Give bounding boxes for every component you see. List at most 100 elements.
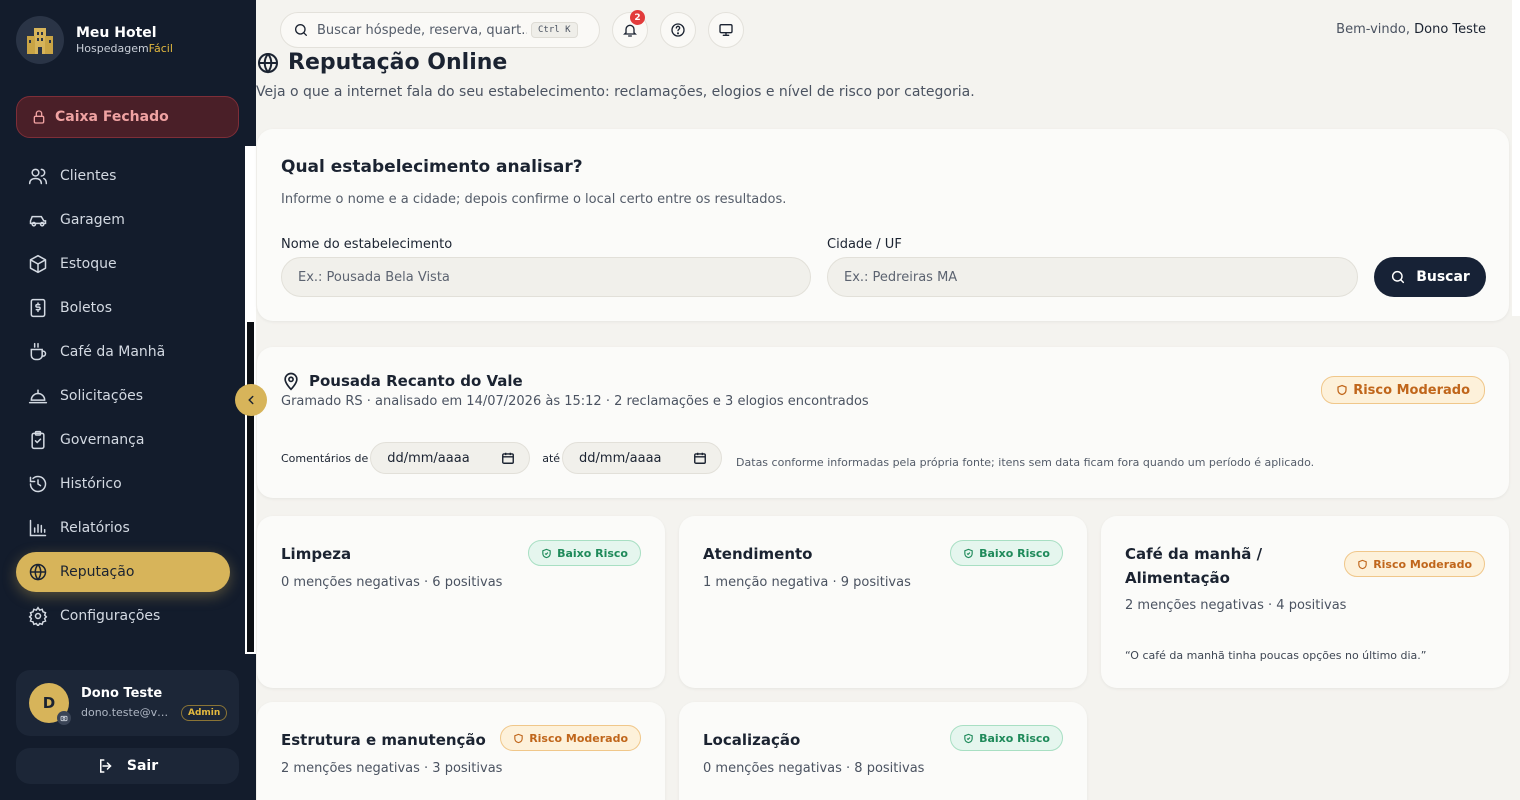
establishment-search-card: Qual estabelecimento analisar? Informe o… [257,129,1509,321]
sidebar-nav: Clientes Garagem Estoque Boletos Café da… [16,156,230,640]
welcome-message: Bem-vindo, Dono Teste [1336,22,1486,37]
shortcut-hint: Ctrl K [531,22,578,38]
city-field-label: Cidade / UF [827,237,902,252]
help-button[interactable] [660,12,696,48]
category-counts: 1 menção negativa · 9 positivas [703,575,911,590]
camera-icon[interactable] [57,711,71,725]
search-icon [1392,270,1405,284]
category-name: Café da manhã / Alimentação [1125,545,1263,587]
user-card[interactable]: D Dono Teste dono.teste@va... Admin [16,670,239,736]
comments-from-label: Comentários de [281,451,369,465]
until-label: até [542,451,561,465]
sidebar-item-configuracoes[interactable]: Configurações [16,596,230,636]
brand-subtitle: HospedagemFácil [76,42,173,55]
sidebar-item-label: Histórico [60,476,122,492]
sidebar-collapse-button[interactable] [235,384,267,416]
sidebar-item-label: Clientes [60,168,117,184]
sidebar-item-historico[interactable]: Histórico [16,464,230,504]
search-icon [295,24,307,36]
search-button[interactable]: Buscar [1374,257,1486,297]
map-pin-icon [284,372,298,391]
city-input[interactable] [827,257,1358,297]
sidebar-item-garagem[interactable]: Garagem [16,200,230,240]
cash-status-label: Caixa Fechado [55,109,169,125]
sidebar-item-label: Garagem [60,212,125,228]
date-filter: Comentários de dd/mm/aaaa até dd/mm/aaaa… [281,442,1314,474]
category-card-localizacao: Localização 0 menções negativas · 8 posi… [679,702,1087,800]
shield-check-icon [542,548,551,558]
place-name: Pousada Recanto do Vale [281,371,523,391]
calendar-icon[interactable] [501,451,515,465]
sidebar-item-clientes[interactable]: Clientes [16,156,230,196]
brand-name: Meu Hotel [76,25,157,41]
category-counts: 2 menções negativas · 4 positivas [1125,598,1347,613]
search-input[interactable] [317,22,527,38]
risk-badge: Baixo Risco [950,725,1063,751]
sidebar-item-solicitacoes[interactable]: Solicitações [16,376,230,416]
shield-icon [1337,384,1347,396]
display-button[interactable] [708,12,744,48]
sidebar-scrollbar-thumb[interactable] [247,322,254,652]
category-card-limpeza: Limpeza 0 menções negativas · 6 positiva… [257,516,665,688]
sidebar-item-reputacao[interactable]: Reputação [16,552,230,592]
page-title: Reputação Online [256,50,507,75]
coffee-icon [30,342,47,361]
shield-check-icon [964,733,973,743]
date-to-input[interactable]: dd/mm/aaaa [562,442,723,474]
risk-badge: Baixo Risco [950,540,1063,566]
category-counts: 2 menções negativas · 3 positivas [281,761,503,776]
shield-check-icon [964,548,973,558]
page-subtitle: Veja o que a internet fala do seu estabe… [256,84,975,100]
globe-icon [258,52,278,74]
monitor-icon [719,23,733,36]
name-field-label: Nome do estabelecimento [281,237,453,252]
bell-service-icon [28,389,48,404]
globe-icon [29,563,47,581]
notifications-button[interactable]: 2 [612,10,648,48]
welcome-user: Dono Teste [1414,22,1486,37]
risk-badge: Risco Moderado [500,725,641,751]
sidebar-item-label: Governança [60,432,145,448]
sidebar-item-relatorios[interactable]: Relatórios [16,508,230,548]
invoice-icon [30,298,46,318]
category-name: Limpeza [281,545,352,563]
sidebar-item-label: Reputação [60,564,135,580]
users-icon [28,168,48,185]
user-name: Dono Teste [81,685,163,701]
sidebar-item-estoque[interactable]: Estoque [16,244,230,284]
sidebar-item-cafe-da-manha[interactable]: Café da Manhã [16,332,230,372]
date-from-input[interactable]: dd/mm/aaaa [370,442,531,474]
overall-risk-badge: Risco Moderado [1321,376,1485,404]
search-card-hint: Informe o nome e a cidade; depois confir… [281,192,787,207]
analysis-meta: Gramado RS · analisado em 14/07/2026 às … [281,394,869,409]
brand[interactable]: Meu Hotel HospedagemFácil [16,16,173,64]
sidebar-item-boletos[interactable]: Boletos [16,288,230,328]
calendar-icon[interactable] [693,451,707,465]
sidebar-item-label: Boletos [60,300,113,316]
global-search[interactable]: Ctrl K [280,12,600,48]
sidebar-item-governanca[interactable]: Governança [16,420,230,460]
search-card-title: Qual estabelecimento analisar? [281,157,583,177]
user-email: dono.teste@va... [81,706,173,719]
shield-icon [514,733,523,743]
logout-button[interactable]: Sair [16,748,239,784]
establishment-name-input[interactable] [281,257,811,297]
lock-icon [33,110,45,124]
clipboard-check-icon [31,430,45,450]
category-name: Atendimento [703,545,813,563]
risk-badge: Baixo Risco [528,540,641,566]
bar-chart-icon [29,519,47,537]
notification-count: 2 [630,10,645,25]
help-icon [671,23,685,37]
cash-status-button[interactable]: Caixa Fechado [16,96,239,138]
category-name: Estrutura e manutenção [281,731,486,749]
sidebar-item-label: Relatórios [60,520,130,536]
box-icon [29,254,47,274]
avatar[interactable]: D [29,683,71,725]
car-icon [29,215,47,227]
hotel-logo-icon [16,16,64,64]
category-card-cafe: Café da manhã / Alimentação 2 menções ne… [1101,516,1509,688]
gear-icon [28,606,48,626]
logout-icon [99,759,112,773]
page-scrollbar[interactable] [1512,0,1520,316]
